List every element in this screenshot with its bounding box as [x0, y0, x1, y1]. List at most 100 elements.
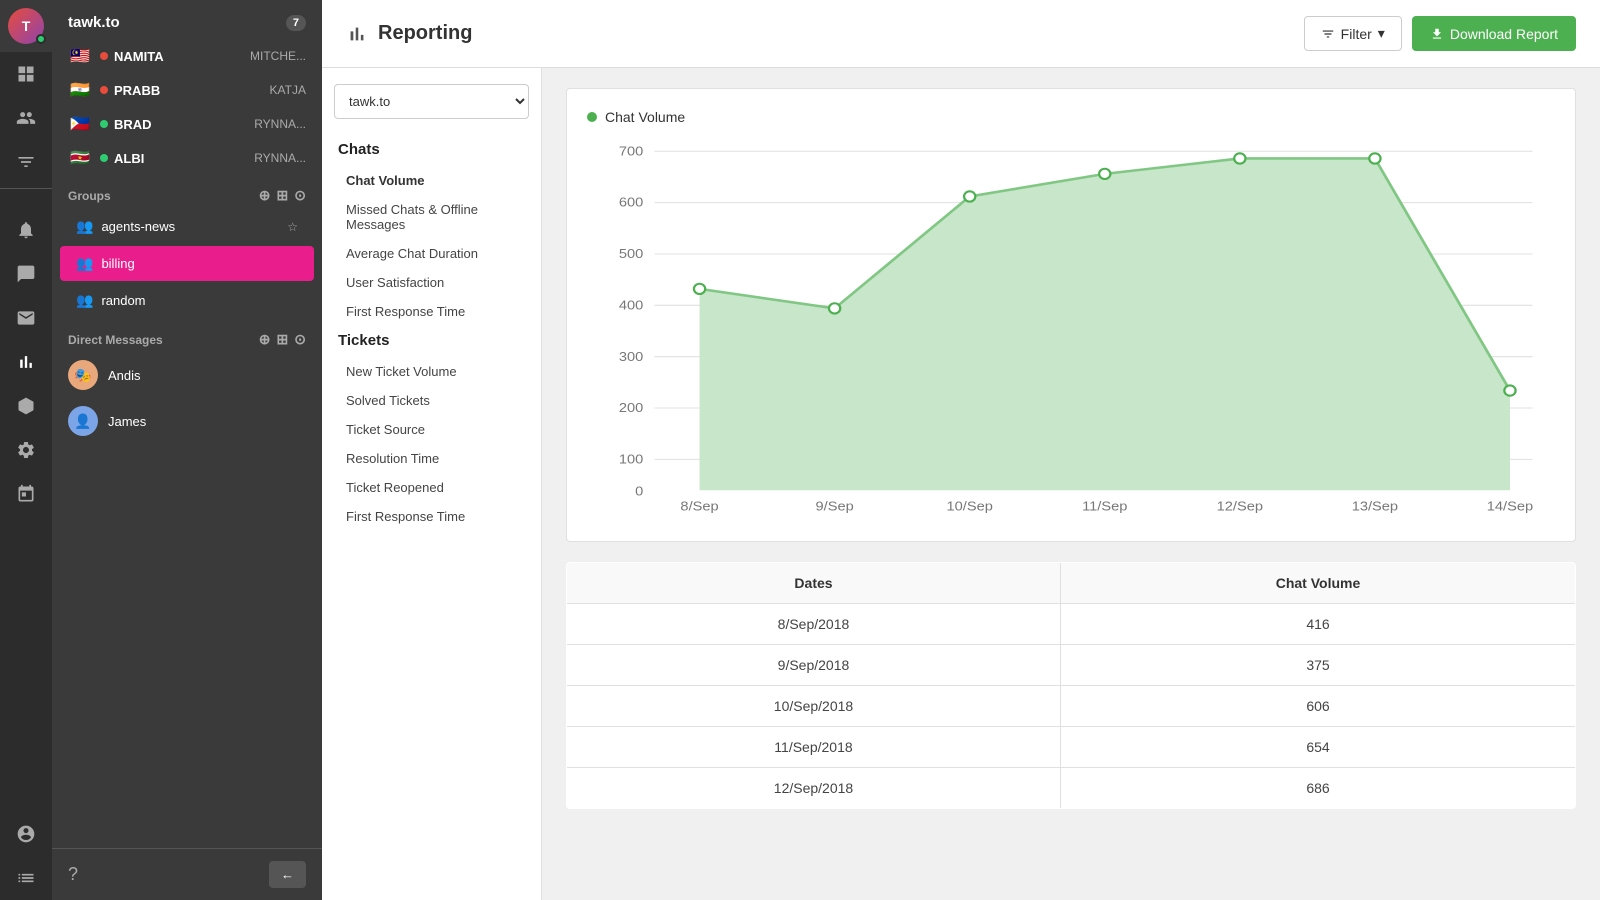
star-icon: ☆	[287, 220, 298, 234]
list-icon-btn[interactable]	[0, 856, 52, 900]
add-dm-btn[interactable]: ⊕	[259, 331, 271, 348]
nav-new-ticket[interactable]: New Ticket Volume	[322, 357, 541, 386]
copy-dm-btn[interactable]: ⊞	[277, 331, 289, 348]
tickets-section-title: Tickets	[322, 326, 541, 357]
table-cell-value: 686	[1060, 768, 1575, 809]
chart-icon-btn[interactable]	[0, 340, 52, 384]
svg-text:0: 0	[635, 483, 643, 498]
filter-button[interactable]: Filter ▾	[1304, 16, 1402, 51]
notification-icon-btn[interactable]	[0, 208, 52, 252]
table-row: 11/Sep/2018 654	[567, 727, 1576, 768]
nav-first-response-tickets[interactable]: First Response Time	[322, 502, 541, 531]
nav-chat-volume[interactable]: Chat Volume	[322, 166, 541, 195]
filter-icon	[1321, 27, 1335, 41]
page-title-container: Reporting	[346, 22, 472, 45]
contact-name: BRAD	[114, 117, 254, 132]
chart-area: Chat Volume 700 600	[542, 68, 1600, 900]
group-random[interactable]: 👥 random	[60, 283, 314, 318]
table-cell-value: 416	[1060, 604, 1575, 645]
table-row: 9/Sep/2018 375	[567, 645, 1576, 686]
nav-avg-duration[interactable]: Average Chat Duration	[322, 239, 541, 268]
filter-icon-btn[interactable]	[0, 140, 52, 184]
flag-icon: 🇵🇭	[68, 115, 92, 133]
dm-avatar: 🎭	[68, 360, 98, 390]
nav-first-response-chats[interactable]: First Response Time	[322, 297, 541, 326]
chart-svg-wrapper: 700 600 500 400 300 200 100 0 8/Sep 9/Se…	[587, 141, 1555, 521]
svg-text:300: 300	[619, 348, 644, 363]
add-group-btn[interactable]: ⊕	[259, 187, 271, 204]
data-table: Dates Chat Volume 8/Sep/2018 416 9/Sep/2…	[566, 562, 1576, 809]
download-report-button[interactable]: Download Report	[1412, 16, 1576, 51]
table-row: 12/Sep/2018 686	[567, 768, 1576, 809]
help-btn[interactable]: ?	[68, 864, 78, 885]
contact-agent: MITCHE...	[250, 49, 306, 63]
nav-resolution-time[interactable]: Resolution Time	[322, 444, 541, 473]
settings-icon-btn[interactable]	[0, 428, 52, 472]
svg-text:11/Sep: 11/Sep	[1082, 498, 1127, 513]
dm-avatar: 👤	[68, 406, 98, 436]
page-title: Reporting	[378, 22, 472, 45]
top-actions: Filter ▾ Download Report	[1304, 16, 1576, 51]
dm-title: Direct Messages	[68, 333, 163, 347]
group-people-icon: 👥	[76, 292, 93, 309]
left-nav: tawk.to Chats Chat Volume Missed Chats &…	[322, 68, 542, 900]
chat-icon-btn[interactable]	[0, 252, 52, 296]
nav-ticket-source[interactable]: Ticket Source	[322, 415, 541, 444]
table-cell-date: 10/Sep/2018	[567, 686, 1061, 727]
nav-ticket-reopened[interactable]: Ticket Reopened	[322, 473, 541, 502]
table-cell-value: 606	[1060, 686, 1575, 727]
dm-andis[interactable]: 🎭 Andis	[52, 352, 322, 398]
group-people-icon: 👥	[76, 218, 93, 235]
grid-icon-btn[interactable]	[0, 52, 52, 96]
contact-brad[interactable]: 🇵🇭 BRAD RYNNA...	[52, 107, 322, 141]
calendar-icon-btn[interactable]	[0, 472, 52, 516]
chats-section-title: Chats	[322, 135, 541, 166]
contact-prabb[interactable]: 🇮🇳 PRABB KATJA	[52, 73, 322, 107]
status-dot	[100, 52, 108, 60]
dm-section: Direct Messages ⊕ ⊞ ⊙	[52, 319, 322, 352]
svg-text:14/Sep: 14/Sep	[1487, 498, 1534, 513]
chart-svg: 700 600 500 400 300 200 100 0 8/Sep 9/Se…	[587, 141, 1555, 521]
sidebar-badge: 7	[286, 15, 306, 31]
groups-section: Groups ⊕ ⊞ ⊙	[52, 175, 322, 208]
search-group-btn[interactable]: ⊙	[294, 187, 306, 204]
person-icon-btn[interactable]	[0, 812, 52, 856]
data-point-2	[964, 191, 975, 201]
filter-chevron: ▾	[1378, 25, 1385, 42]
mail-icon-btn[interactable]	[0, 296, 52, 340]
data-point-0	[694, 284, 705, 294]
content-area: tawk.to Chats Chat Volume Missed Chats &…	[322, 68, 1600, 900]
contact-albi[interactable]: 🇸🇷 ALBI RYNNA...	[52, 141, 322, 175]
group-people-icon: 👥	[76, 255, 93, 272]
back-button[interactable]: ←	[269, 861, 306, 888]
search-dm-btn[interactable]: ⊙	[294, 331, 306, 348]
group-billing[interactable]: 👥 billing	[60, 246, 314, 281]
flag-icon: 🇸🇷	[68, 149, 92, 167]
flag-icon: 🇲🇾	[68, 47, 92, 65]
nav-missed-chats[interactable]: Missed Chats & Offline Messages	[322, 195, 541, 239]
copy-group-btn[interactable]: ⊞	[277, 187, 289, 204]
table-cell-date: 8/Sep/2018	[567, 604, 1061, 645]
status-dot	[100, 154, 108, 162]
nav-solved-tickets[interactable]: Solved Tickets	[322, 386, 541, 415]
chart-fill	[700, 158, 1510, 490]
contact-agent: KATJA	[270, 83, 306, 97]
reporting-icon	[346, 23, 368, 45]
table-cell-date: 11/Sep/2018	[567, 727, 1061, 768]
main-content: Reporting Filter ▾ Download Report tawk.…	[322, 0, 1600, 900]
svg-text:8/Sep: 8/Sep	[680, 498, 718, 513]
table-cell-value: 375	[1060, 645, 1575, 686]
property-select[interactable]: tawk.to	[334, 84, 529, 119]
user-avatar[interactable]: T	[0, 0, 52, 52]
nav-user-satisfaction[interactable]: User Satisfaction	[322, 268, 541, 297]
data-point-3	[1099, 169, 1110, 179]
dm-james[interactable]: 👤 James	[52, 398, 322, 444]
table-cell-value: 654	[1060, 727, 1575, 768]
people-icon-btn[interactable]	[0, 96, 52, 140]
contact-namita[interactable]: 🇲🇾 NAMITA MITCHE...	[52, 39, 322, 73]
sidebar-title: tawk.to	[68, 14, 120, 31]
status-dot	[100, 120, 108, 128]
group-agents-news[interactable]: 👥 agents-news ☆	[60, 209, 314, 244]
groups-actions: ⊕ ⊞ ⊙	[259, 187, 306, 204]
box-icon-btn[interactable]	[0, 384, 52, 428]
